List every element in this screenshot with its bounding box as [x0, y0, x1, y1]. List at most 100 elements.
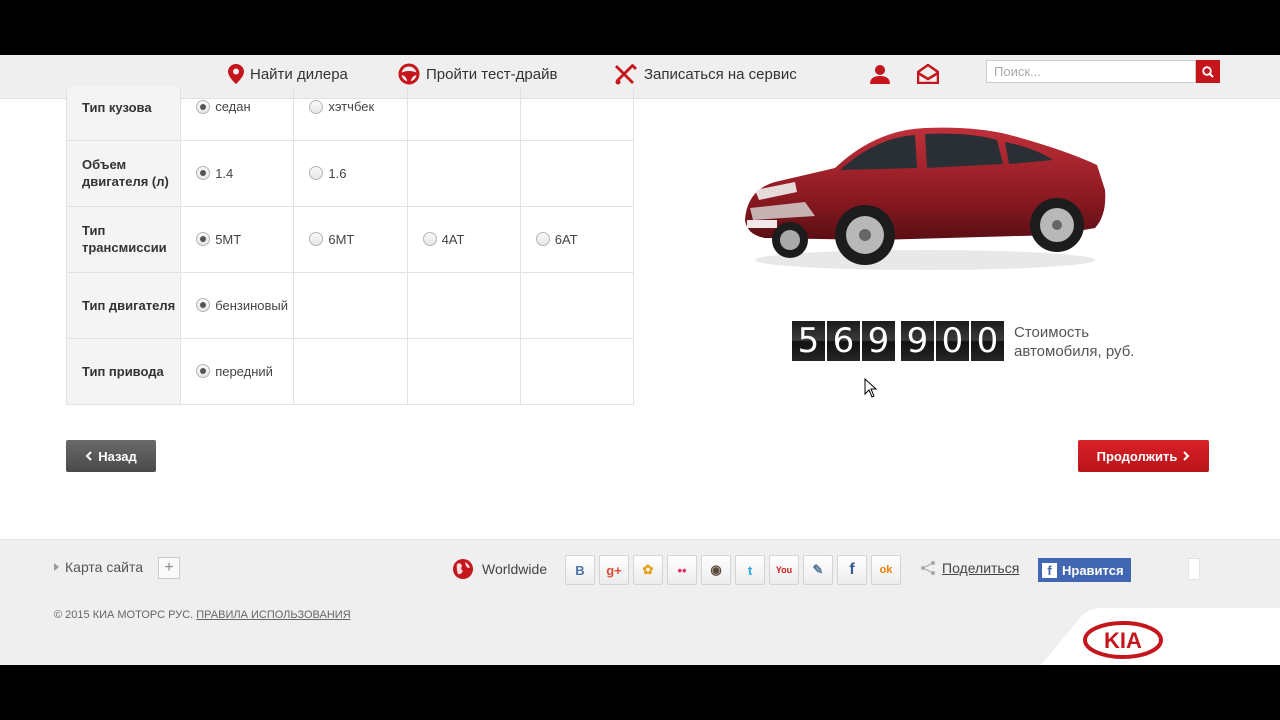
- test-drive-link[interactable]: Пройти тест-драйв: [398, 63, 557, 85]
- price-digit: 0: [936, 321, 969, 361]
- sitemap-link[interactable]: Карта сайта: [54, 559, 143, 575]
- kia-logo-text: KIA: [1104, 628, 1142, 653]
- option-6mt[interactable]: 6MT: [294, 232, 406, 247]
- option-1-4[interactable]: 1.4: [181, 166, 293, 181]
- share-link[interactable]: Поделиться: [920, 560, 1019, 576]
- expand-sitemap-button[interactable]: +: [158, 557, 180, 579]
- option-text: 4AT: [441, 231, 465, 247]
- option-hatchback[interactable]: хэтчбек: [294, 99, 406, 114]
- service-label: Записаться на сервис: [644, 65, 797, 83]
- option-text: 1.6: [328, 165, 347, 181]
- facebook-like-button[interactable]: f Нравится: [1038, 558, 1131, 582]
- user-account-button[interactable]: [868, 63, 892, 85]
- radio-button[interactable]: [422, 232, 437, 246]
- kia-logo[interactable]: KIA: [1040, 608, 1280, 665]
- footer: Карта сайта + Worldwide B g+ ✿ •• ◉ t Yo…: [0, 539, 1280, 665]
- radio-button[interactable]: [196, 364, 211, 378]
- option-text: хэтчбек: [328, 99, 375, 114]
- odnoklassniki-icon[interactable]: ok: [871, 555, 901, 585]
- radio-button[interactable]: [309, 99, 324, 114]
- user-icon: [870, 65, 890, 84]
- share-label: Поделиться: [942, 560, 1020, 576]
- option-text: 1.4: [215, 165, 234, 181]
- back-label: Назад: [98, 448, 137, 464]
- vk-icon[interactable]: B: [565, 555, 595, 585]
- mouse-cursor-icon: [864, 378, 878, 398]
- caret-right-icon: [54, 563, 59, 571]
- tools-icon: [615, 64, 637, 85]
- worldwide-label: Worldwide: [482, 561, 548, 577]
- globe-icon: [453, 559, 473, 579]
- page-viewport: Найти дилера Пройти тест-драйв Записатьс…: [0, 55, 1280, 665]
- price-label: Стоимость автомобиля, руб.: [1014, 324, 1135, 360]
- radio-button[interactable]: [535, 232, 550, 246]
- car-image: [745, 127, 1106, 270]
- option-label: Объем двигателя (л): [65, 139, 182, 207]
- search-box: [986, 60, 1220, 83]
- option-sedan[interactable]: седан: [181, 99, 293, 114]
- blog-icon[interactable]: ✎: [803, 555, 833, 585]
- steering-wheel-icon: [398, 63, 420, 85]
- continue-label: Продолжить: [1096, 448, 1178, 464]
- option-6at[interactable]: 6AT: [521, 232, 633, 247]
- copyright: © 2015 КИА МОТОРС РУС. ПРАВИЛА ИСПОЛЬЗОВ…: [54, 609, 351, 621]
- service-link[interactable]: Записаться на сервис: [614, 63, 797, 85]
- facebook-logo-icon: f: [1042, 562, 1057, 578]
- copyright-text: © 2015 КИА МОТОРС РУС.: [54, 609, 194, 621]
- flickr-icon[interactable]: ••: [667, 555, 697, 585]
- terms-link[interactable]: ПРАВИЛА ИСПОЛЬЗОВАНИЯ: [196, 609, 350, 621]
- radio-button[interactable]: [196, 232, 211, 246]
- option-1-6[interactable]: 1.6: [294, 166, 406, 181]
- search-icon: [1202, 65, 1214, 78]
- worldwide-link[interactable]: Worldwide: [452, 558, 547, 580]
- option-front-wheel[interactable]: передний: [181, 364, 293, 379]
- price-digit: 0: [971, 321, 1004, 361]
- map-pin-icon: [228, 64, 244, 84]
- google-plus-icon[interactable]: g+: [599, 555, 629, 585]
- social-links: B g+ ✿ •• ◉ t You ✎ f ok: [565, 555, 901, 585]
- radio-button[interactable]: [309, 166, 324, 180]
- test-drive-label: Пройти тест-драйв: [426, 65, 558, 83]
- continue-button[interactable]: Продолжить: [1078, 440, 1209, 472]
- option-label: Тип трансмиссии: [65, 205, 182, 273]
- side-widget[interactable]: [1188, 558, 1200, 580]
- share-icon: [921, 561, 935, 575]
- picasa-icon[interactable]: ✿: [633, 555, 663, 585]
- option-petrol[interactable]: бензиновый: [181, 298, 293, 313]
- search-button[interactable]: [1196, 60, 1220, 83]
- option-4at[interactable]: 4AT: [408, 232, 520, 247]
- option-text: 6AT: [554, 231, 578, 247]
- radio-button[interactable]: [196, 298, 211, 312]
- price-digit: 5: [792, 321, 825, 361]
- price-digit: 6: [827, 321, 860, 361]
- price-display: 5 6 9 9 0 0: [792, 321, 1004, 361]
- mail-button[interactable]: [916, 63, 940, 85]
- radio-button[interactable]: [196, 166, 211, 180]
- option-text: бензиновый: [215, 297, 289, 313]
- option-row-body-type: Тип кузова седан хэтчбек: [65, 87, 635, 141]
- radio-button[interactable]: [309, 232, 324, 246]
- chevron-right-icon: [1183, 451, 1190, 461]
- facebook-icon[interactable]: f: [837, 555, 867, 585]
- back-button[interactable]: Назад: [66, 440, 156, 472]
- option-text: 6MT: [328, 231, 355, 247]
- facebook-like-label: Нравится: [1062, 562, 1124, 578]
- instagram-icon[interactable]: ◉: [701, 555, 731, 585]
- option-text: передний: [215, 363, 273, 379]
- option-text: 5MT: [215, 231, 242, 247]
- mail-icon: [917, 64, 939, 84]
- price-digit: 9: [901, 321, 934, 361]
- option-5mt[interactable]: 5MT: [181, 232, 293, 247]
- find-dealer-link[interactable]: Найти дилера: [228, 63, 348, 85]
- youtube-icon[interactable]: You: [769, 555, 799, 585]
- twitter-icon[interactable]: t: [735, 555, 765, 585]
- search-input[interactable]: [986, 60, 1196, 83]
- option-label: Тип кузова: [65, 87, 182, 141]
- option-row-transmission: Тип трансмиссии 5MT 6MT 4AT 6AT: [65, 205, 635, 273]
- radio-button[interactable]: [196, 99, 211, 114]
- option-text: седан: [215, 99, 251, 114]
- option-row-engine-volume: Объем двигателя (л) 1.4 1.6: [65, 139, 635, 207]
- option-row-engine-type: Тип двигателя бензиновый: [65, 271, 635, 339]
- sitemap-label: Карта сайта: [65, 559, 143, 575]
- option-label: Тип двигателя: [65, 271, 182, 339]
